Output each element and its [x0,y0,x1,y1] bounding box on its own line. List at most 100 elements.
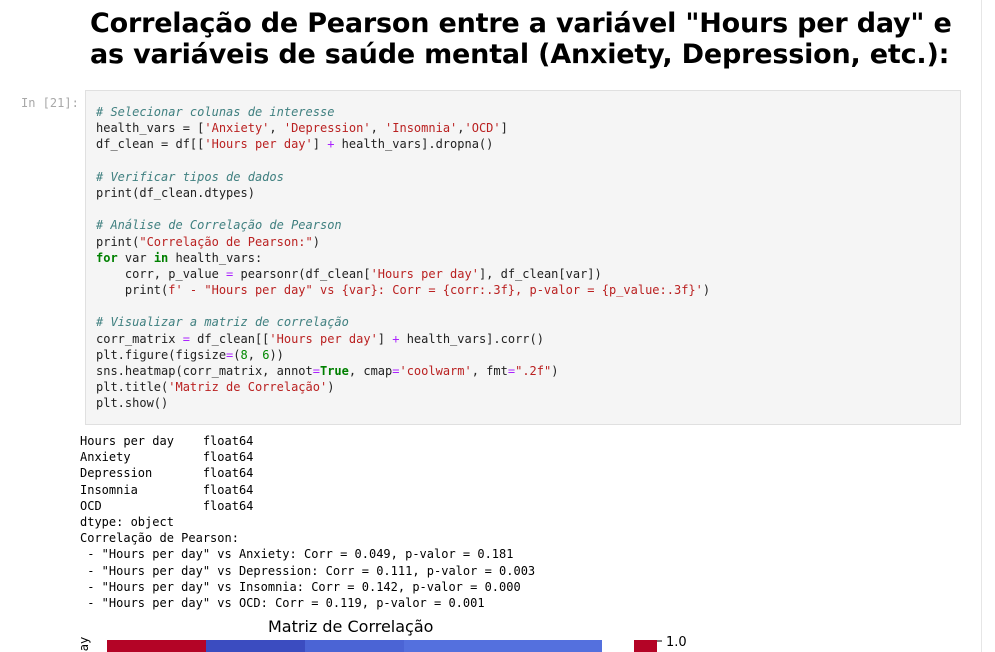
cell-output: Hours per day float64 Anxiety float64 Depr… [80,433,535,611]
code-token: = [507,364,516,378]
code-line: for var in health_vars: [96,250,710,266]
code-token: f' - "Hours per day" vs {var}: Corr = {c… [168,283,703,298]
code-token: health_vars: [168,250,263,265]
code-token: 'Matriz de Correlação' [168,380,328,395]
code-token: ] [500,121,508,136]
code-token: plt.show() [96,396,169,411]
code-token: ) [702,283,711,298]
output-line: Anxiety float64 [80,450,254,465]
y-tick-label: ay [80,637,91,651]
code-token: plt.figure(figsize [96,347,227,362]
colorbar-tick-label: 1.0 [666,636,687,650]
heatmap-cell [404,640,503,652]
cell-prompt: In [21]: [21,96,79,110]
code-token: health_vars].dropna() [334,137,494,152]
code-token: ) [551,364,559,378]
code-token: print( [96,283,169,298]
heatmap-colorbar: 1.0 [634,636,687,652]
code-token: 'Hours per day' [204,137,313,152]
code-token: , [370,121,386,136]
output-line: dtype: object [80,514,174,529]
code-token: df_clean = df[[ [96,137,205,152]
code-token: 'Hours per day' [269,331,378,346]
output-line: - "Hours per day" vs Insomnia: Corr = 0.… [80,579,521,594]
code-token: 'Insomnia' [385,121,458,136]
code-token: 'coolwarm' [399,364,472,378]
code-token: ], df_clean[var]) [478,266,602,281]
code-line: print(f' - "Hours per day" vs {var}: Cor… [96,282,710,298]
code-line: corr_matrix = df_clean[['Hours per day']… [96,331,710,347]
code-line: plt.title('Matriz de Correlação') [96,379,710,395]
code-token: print( [96,234,140,249]
code-token: 'Depression' [283,121,371,136]
code-token: ) [327,380,335,395]
output-line: OCD float64 [80,498,254,513]
code-token: print(df_clean.dtypes) [96,185,255,200]
code-token: , fmt [471,364,508,378]
code-line: # Visualizar a matriz de correlação [96,314,710,330]
code-line: plt.figure(figsize=(8, 6)) [96,347,710,363]
code-token: for [96,250,118,265]
heatmap-cell [206,640,305,652]
code-line: sns.heatmap(corr_matrix, annot=True, cma… [96,363,710,379]
code-token: # Análise de Correlação de Pearson [96,218,342,233]
code-token: ( [233,347,241,362]
colorbar-gradient [634,640,657,652]
code-token: corr, p_value [96,266,227,281]
markdown-heading: Correlação de Pearson entre a variável "… [90,8,952,70]
code-token: pearsonr(df_clean[ [233,266,371,281]
output-line: - "Hours per day" vs Anxiety: Corr = 0.0… [80,547,514,562]
code-token: True [319,364,349,378]
code-line: corr, p_value = pearsonr(df_clean['Hours… [96,266,710,282]
code-token: , cmap [348,364,393,378]
output-line: Correlação de Pearson: [80,531,239,546]
code-token: "Correlação de Pearson:" [139,234,313,249]
code-token: )) [269,347,284,362]
code-token: sns.heatmap(corr_matrix, annot [96,364,313,378]
code-line: print(df_clean.dtypes) [96,185,710,201]
heatmap-cell [107,640,206,652]
code-token: ] [312,137,328,152]
code-token: , [457,121,465,136]
code-token: plt.title( [96,380,169,395]
code-line: health_vars = ['Anxiety', 'Depression', … [96,120,710,136]
scrollbar[interactable] [981,0,995,652]
correlation-heatmap: ay [80,637,602,652]
code-token: # Visualizar a matriz de correlação [96,315,349,330]
output-line: - "Hours per day" vs Depression: Corr = … [80,563,536,578]
code-line: plt.show() [96,395,710,411]
code-line: # Selecionar colunas de interesse [96,104,710,120]
code-line: # Análise de Correlação de Pearson [96,217,710,233]
code-line: # Verificar tipos de dados [96,169,710,185]
code-token: , [247,347,263,362]
code-line: df_clean = df[['Hours per day'] + health… [96,136,710,152]
code-token: ".2f" [515,364,552,378]
code-token: # Verificar tipos de dados [96,169,284,184]
code-token: var [117,250,154,265]
code-token: in [153,250,169,265]
code-token: = [182,331,190,346]
code-token: health_vars = [ [96,121,205,136]
code-token: 'Anxiety' [204,121,270,136]
code-token: , [269,121,284,136]
code-token: # Selecionar colunas de interesse [96,105,335,119]
chart-title: Matriz de Correlação [268,617,434,636]
code-token: 'Hours per day' [370,266,479,281]
code-line: print("Correlação de Pearson:") [96,234,710,250]
heatmap-cell [503,640,602,652]
code-editor[interactable]: # Selecionar colunas de interesse health_… [96,104,710,412]
code-token: 'OCD' [464,121,501,136]
code-cell[interactable]: # Selecionar colunas de interesse health_… [85,90,961,425]
heatmap-cell [305,640,404,652]
output-line: Depression float64 [80,466,254,481]
code-token: 8 [240,347,248,362]
output-line: Hours per day float64 [80,434,254,448]
output-line: Insomnia float64 [80,482,254,497]
code-token: = [312,364,320,378]
code-token: corr_matrix [96,331,183,346]
code-token: ) [312,234,320,249]
code-token: ] [377,331,393,346]
